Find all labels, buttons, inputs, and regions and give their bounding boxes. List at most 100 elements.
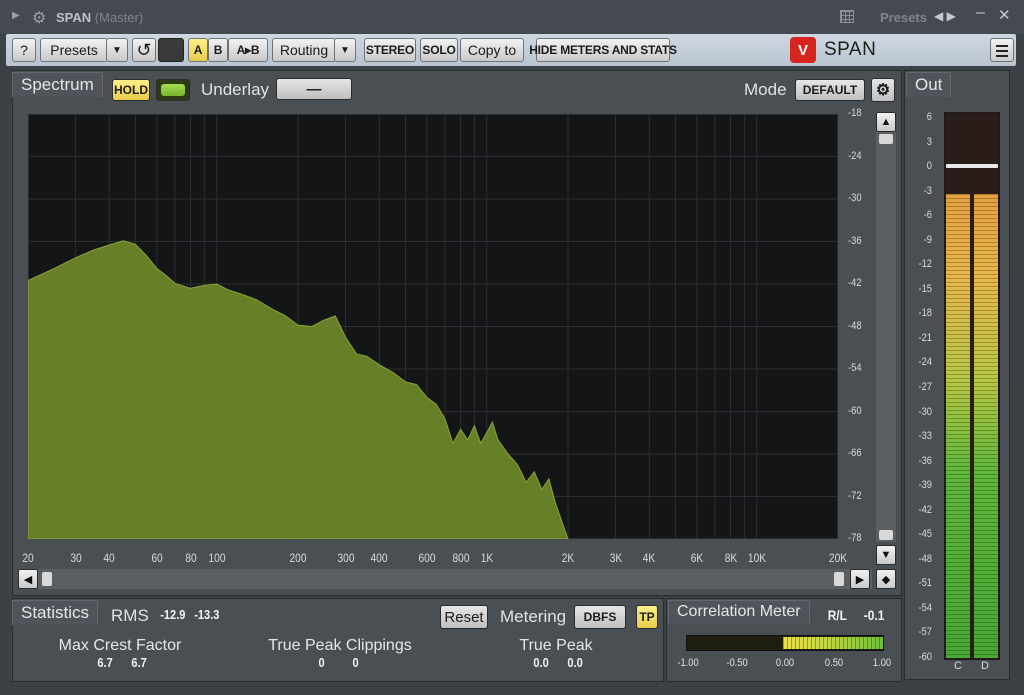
meter-tick-label: 0 <box>926 160 932 173</box>
solo-button[interactable]: SOLO <box>420 38 458 62</box>
menu-icon[interactable] <box>990 38 1014 62</box>
x-tick-label: 60 <box>151 551 163 565</box>
window-title-bar: ▶ ⚙ SPAN (Master) Presets ◀ ▶ – ✕ <box>0 0 1024 34</box>
hide-meters-button[interactable]: HIDE METERS AND STATS <box>529 38 677 62</box>
close-icon[interactable]: ✕ <box>998 6 1011 24</box>
rl-label: R/L <box>827 607 847 623</box>
window-presets-label[interactable]: Presets <box>880 10 927 25</box>
rl-value: -0.1 <box>863 607 885 623</box>
reset-button[interactable]: Reset <box>440 605 488 629</box>
window-title: SPAN (Master) <box>56 10 144 25</box>
brand-name: SPAN <box>824 39 877 60</box>
meter-tick-label: 3 <box>926 135 932 148</box>
vertical-zoom-scrollbar[interactable] <box>876 112 896 542</box>
hscroll-left-handle[interactable] <box>42 572 52 586</box>
x-tick-label: 200 <box>289 551 307 565</box>
slot-b-button[interactable]: B <box>208 38 228 62</box>
grid-icon[interactable] <box>840 10 854 23</box>
meter-tick-label: -12 <box>918 258 932 271</box>
meter-tick-label: -42 <box>918 503 932 516</box>
clippings-value-right: 0 <box>352 655 359 670</box>
true-peak-value-right: 0.0 <box>567 655 583 670</box>
gear-icon[interactable]: ⚙ <box>32 8 46 28</box>
correlation-tick-label: 0.50 <box>824 657 843 669</box>
x-tick-label: 4K <box>643 551 656 565</box>
metering-select[interactable]: DBFS <box>574 605 626 629</box>
horizontal-zoom-scrollbar[interactable] <box>18 569 872 589</box>
mode-select[interactable]: DEFAULT <box>795 79 865 101</box>
rms-value-right: -13.3 <box>194 607 220 622</box>
spectrum-plot[interactable] <box>27 113 839 540</box>
scroll-down-icon[interactable]: ▼ <box>876 545 896 565</box>
y-tick-label: -36 <box>848 234 862 247</box>
y-tick-label: -18 <box>848 107 862 119</box>
hscroll-right-handle[interactable] <box>834 572 844 586</box>
presets-dropdown-button[interactable]: ▼ <box>106 38 128 62</box>
statistics-tab[interactable]: Statistics <box>12 600 99 625</box>
x-tick-label: 400 <box>370 551 388 565</box>
vscroll-bottom-handle[interactable] <box>879 530 893 540</box>
y-tick-label: -54 <box>848 362 862 374</box>
mode-label: Mode <box>744 80 787 99</box>
underlay-label: Underlay <box>201 80 270 99</box>
copy-to-button[interactable]: Copy to <box>460 38 524 62</box>
correlation-tick-label: 1.00 <box>872 657 892 669</box>
meter-tick-label: -24 <box>918 356 932 369</box>
x-tick-label: 40 <box>103 551 115 565</box>
underlay-select[interactable]: — <box>276 78 352 100</box>
meter-tick-label: -3 <box>923 184 932 197</box>
correlation-bar <box>686 635 884 651</box>
zoom-reset-diamond-icon[interactable]: ◆ <box>876 569 896 589</box>
y-tick-label: -66 <box>848 447 862 459</box>
slot-a-button[interactable]: A <box>188 38 208 62</box>
channel-label-d: D <box>981 660 989 672</box>
y-tick-label: -78 <box>848 532 862 544</box>
y-tick-label: -60 <box>848 404 862 417</box>
true-peak-clippings-label: True Peak Clippings <box>268 637 412 654</box>
meter-tick-label: -9 <box>923 233 932 246</box>
spectrum-tab[interactable]: Spectrum <box>12 72 103 97</box>
help-button[interactable]: ? <box>12 38 36 62</box>
x-tick-label: 3K <box>609 551 622 565</box>
presets-button[interactable]: Presets <box>40 38 108 62</box>
metering-label: Metering <box>500 607 567 626</box>
collapse-arrow-icon[interactable]: ▶ <box>12 10 20 21</box>
y-tick-label: -42 <box>848 277 862 289</box>
scroll-right-icon[interactable]: ▶ <box>850 569 870 589</box>
preset-nav-arrows-icon[interactable]: ◀ ▶ <box>934 9 956 23</box>
meter-tick-label: -54 <box>918 601 932 614</box>
rms-value-left: -12.9 <box>160 607 186 622</box>
y-tick-label: -48 <box>848 319 862 332</box>
scroll-up-icon[interactable]: ▲ <box>876 112 896 132</box>
x-tick-label: 80 <box>184 551 197 565</box>
correlation-tick-label: -0.50 <box>725 657 748 669</box>
undo-button[interactable]: ↺ <box>132 38 156 62</box>
minimize-icon[interactable]: – <box>976 4 985 22</box>
span-logo-icon: V <box>790 37 816 63</box>
meter-tick-label: -48 <box>918 552 932 565</box>
spectrum-settings-gear-icon[interactable]: ⚙ <box>871 78 895 102</box>
meter-tick-label: -18 <box>918 307 932 320</box>
out-tab[interactable]: Out <box>906 72 952 97</box>
meter-tick-label: -30 <box>918 405 932 418</box>
meter-tick-label: -45 <box>918 528 932 541</box>
spectrum-color-toggle[interactable] <box>156 79 190 101</box>
rms-label: RMS <box>111 606 149 625</box>
correlation-tab[interactable]: Correlation Meter <box>668 600 810 623</box>
scroll-left-icon[interactable]: ◀ <box>18 569 38 589</box>
hold-button[interactable]: HOLD <box>112 79 150 101</box>
clippings-value-left: 0 <box>318 655 325 670</box>
copy-a-to-b-button[interactable]: A▸B <box>228 38 268 62</box>
vscroll-top-handle[interactable] <box>879 134 893 144</box>
routing-button[interactable]: Routing <box>272 38 336 62</box>
x-tick-label: 20 <box>22 551 34 565</box>
plugin-toolbar: ? Presets ▼ ↺ A B A▸B Routing ▼ STEREO S… <box>6 34 1016 66</box>
redo-button[interactable] <box>158 38 184 62</box>
y-tick-label: -24 <box>848 149 862 162</box>
meter-tick-label: -6 <box>923 209 932 222</box>
out-meter-bar-right <box>974 194 998 658</box>
out-meter-bar-left <box>946 194 970 658</box>
stereo-button[interactable]: STEREO <box>364 38 416 62</box>
true-peak-toggle[interactable]: TP <box>636 605 658 629</box>
routing-dropdown-button[interactable]: ▼ <box>334 38 356 62</box>
